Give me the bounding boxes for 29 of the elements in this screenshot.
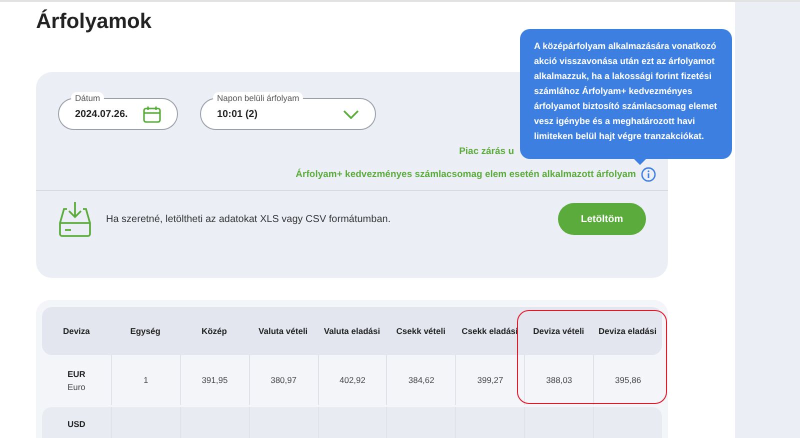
column-header: Valuta eladási <box>322 324 382 338</box>
download-text: Ha szeretné, letöltheti az adatokat XLS vagy CSV formátumban. <box>106 214 392 224</box>
currency-code: EUR <box>67 368 86 378</box>
rate-note: Piac zárás u <box>459 146 514 157</box>
download-drive-icon <box>58 201 92 237</box>
column-header: Közép <box>200 324 228 338</box>
calendar-icon <box>143 106 161 122</box>
table-cell: 384,62 <box>386 355 456 405</box>
info-icon[interactable] <box>641 167 656 182</box>
table-cell: 380,97 <box>248 355 318 405</box>
page-title: Árfolyamok <box>36 8 153 35</box>
table-cell: 1 <box>110 355 180 405</box>
column-header: Csekk vételi <box>395 324 446 338</box>
currency-name: Euro <box>67 382 86 392</box>
rate-note: Árfolyam+ kedvezményes számlacsomag elem esetén alkalmazott árfolyam <box>296 169 636 180</box>
table-cell: 395,86 <box>593 355 662 405</box>
chevron-down-icon <box>343 110 359 118</box>
column-header: Deviza <box>62 324 91 338</box>
tooltip-text: A középárfolyam alkalmazására vonatkozó akció visszavonása után ezt az árfolyamot alkalmazzuk, ha a lakossági forint fizetési számlához Árfolyam+ kedvezményes árfolyamot biztosító számlacsomag elemet vesz igénybe és a meghatározott havi limiteken belül hajt végre tranzakciókat. <box>534 41 718 141</box>
column-header: Egység <box>129 324 162 338</box>
table-cell: 391,95 <box>180 355 249 405</box>
table-cell: 399,27 <box>455 355 524 405</box>
table-cell: 388,03 <box>524 355 594 405</box>
column-header: Csekk eladási <box>460 324 519 338</box>
currency-code: USD <box>67 419 86 429</box>
table-cell: 402,92 <box>318 355 386 405</box>
column-header: Valuta vételi <box>258 324 309 338</box>
column-header: Deviza vételi <box>532 324 586 338</box>
column-header: Deviza eladási <box>597 324 658 338</box>
